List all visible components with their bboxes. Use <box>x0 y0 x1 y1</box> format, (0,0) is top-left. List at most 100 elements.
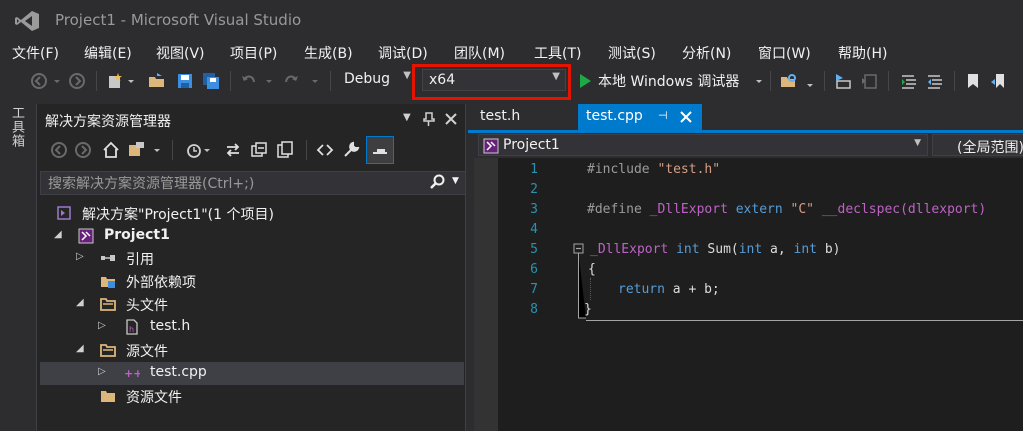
step-into-icon[interactable] <box>834 72 852 90</box>
menu-project[interactable]: 项目(P) <box>230 43 277 63</box>
chevron-down-icon[interactable] <box>152 141 162 159</box>
collapsed-arrow-icon[interactable]: ▷ <box>76 251 84 262</box>
chevron-down-icon[interactable] <box>126 72 136 90</box>
menu-window[interactable]: 窗口(W) <box>758 43 811 63</box>
tree-item-test-cpp[interactable]: ▷ ++ test.cpp <box>40 362 464 385</box>
menu-file[interactable]: 文件(F) <box>12 43 59 63</box>
toolbar-separator <box>330 71 331 91</box>
close-icon[interactable] <box>444 112 458 126</box>
svg-text:++: ++ <box>124 367 140 380</box>
chevron-down-icon[interactable] <box>202 141 212 159</box>
home-icon[interactable] <box>102 141 120 159</box>
menu-tools[interactable]: 工具(T) <box>534 43 581 63</box>
project-scope-value: Project1 <box>503 137 560 153</box>
menu-help[interactable]: 帮助(H) <box>838 43 887 63</box>
pin-icon[interactable] <box>422 111 436 127</box>
tree-item-resource-files[interactable]: 资源文件 <box>40 385 464 408</box>
tree-item-label: 解决方案"Project1"(1 个项目) <box>82 207 274 223</box>
tree-item-project[interactable]: ◢ Project1 <box>40 225 464 248</box>
chevron-down-icon[interactable] <box>52 72 62 90</box>
previous-bookmark-icon[interactable] <box>990 72 1008 90</box>
tab-test-h[interactable]: test.h <box>472 104 572 130</box>
chevron-down-icon[interactable] <box>310 72 320 90</box>
menu-team[interactable]: 团队(M) <box>454 43 505 63</box>
menu-debug[interactable]: 调试(D) <box>378 43 428 63</box>
menu-test[interactable]: 测试(S) <box>608 43 656 63</box>
tree-item-label: test.h <box>150 318 191 334</box>
expanded-arrow-icon[interactable]: ◢ <box>76 343 84 354</box>
show-all-files-icon[interactable] <box>276 141 294 159</box>
panel-menu-chevron-icon[interactable]: ▼ <box>403 112 411 123</box>
tree-item-test-h[interactable]: ▷ h test.h <box>40 316 464 339</box>
tree-item-source-files[interactable]: ◢ 源文件 <box>40 339 464 362</box>
solution-explorer-toolbar <box>40 134 462 166</box>
solution-search-input[interactable]: 搜索解决方案资源管理器(Ctrl+;) <box>48 173 254 193</box>
redo-icon[interactable] <box>282 72 300 90</box>
tree-item-solution[interactable]: 解决方案"Project1"(1 个项目) <box>40 202 464 225</box>
back-icon[interactable] <box>30 72 48 90</box>
undo-icon[interactable] <box>240 72 258 90</box>
uncomment-lines-icon[interactable] <box>926 72 944 90</box>
tree-item-external-deps[interactable]: 外部依赖项 <box>40 270 464 293</box>
open-file-icon[interactable] <box>148 72 166 90</box>
solution-explorer-title: 解决方案资源管理器 <box>45 114 171 130</box>
start-debugging-icon[interactable] <box>576 72 594 90</box>
find-in-files-icon[interactable] <box>780 72 798 90</box>
tab-pin-icon[interactable]: ⊣ <box>658 109 668 122</box>
forward-icon[interactable] <box>68 72 86 90</box>
switch-views-icon[interactable] <box>128 141 146 159</box>
comment-lines-icon[interactable] <box>900 72 918 90</box>
cpp-file-icon: ++ <box>124 367 140 380</box>
toolbar-separator <box>172 140 173 160</box>
new-project-icon[interactable] <box>106 72 124 90</box>
project-scope-dropdown[interactable]: Project1 ▼ <box>478 134 928 156</box>
menu-analyze[interactable]: 分析(N) <box>682 43 731 63</box>
step-over-icon[interactable] <box>860 72 878 90</box>
menu-edit[interactable]: 编辑(E) <box>84 43 132 63</box>
tree-item-label: 引用 <box>126 252 154 268</box>
sync-with-document-icon[interactable] <box>224 141 242 159</box>
code-line-5: _DllExport int Sum(int a, int b) <box>590 242 841 257</box>
expanded-arrow-icon[interactable]: ◢ <box>76 297 84 308</box>
navigation-bar: Project1 ▼ (全局范围) <box>474 134 1023 158</box>
bookmark-icon[interactable] <box>964 72 982 90</box>
chevron-down-icon[interactable] <box>264 72 274 90</box>
search-icon[interactable] <box>430 174 446 190</box>
pending-changes-filter-icon[interactable] <box>184 141 202 159</box>
tree-item-label: 外部依赖项 <box>126 275 196 291</box>
solution-configuration-dropdown[interactable]: Debug ▼ <box>338 69 416 91</box>
line-number: 1 <box>530 162 538 177</box>
chevron-down-icon[interactable] <box>804 72 816 90</box>
menu-view[interactable]: 视图(V) <box>156 43 205 63</box>
toolbar-separator <box>306 140 307 160</box>
folder-icon <box>100 298 116 311</box>
code-editor[interactable] <box>474 158 1023 431</box>
toolbar-separator <box>888 71 889 91</box>
expanded-arrow-icon[interactable]: ◢ <box>54 229 62 240</box>
collapsed-arrow-icon[interactable]: ▷ <box>98 320 106 331</box>
line-number: 8 <box>530 302 538 317</box>
save-icon[interactable] <box>176 72 194 90</box>
global-scope-dropdown[interactable]: (全局范围) <box>932 134 1023 156</box>
solution-configuration-value: Debug <box>344 71 391 87</box>
start-debugging-button[interactable]: 本地 Windows 调试器 <box>598 71 739 91</box>
forward-icon[interactable] <box>74 141 92 159</box>
toolbox-tab[interactable]: 工具箱 <box>9 106 26 148</box>
properties-wrench-icon[interactable] <box>342 141 360 159</box>
menu-build[interactable]: 生成(B) <box>304 43 353 63</box>
tree-item-header-files[interactable]: ◢ 头文件 <box>40 293 464 316</box>
toolbar-separator <box>770 71 771 91</box>
chevron-down-icon: ▼ <box>914 138 921 148</box>
save-all-icon[interactable] <box>202 72 220 90</box>
search-options-chevron-icon[interactable]: ▼ <box>452 176 459 186</box>
back-icon[interactable] <box>50 141 68 159</box>
tree-item-references[interactable]: ▷ 引用 <box>40 247 464 270</box>
preview-selected-items-button[interactable] <box>366 136 394 164</box>
close-icon[interactable] <box>680 111 692 123</box>
view-code-icon[interactable] <box>316 141 334 159</box>
window-title: Project1 - Microsoft Visual Studio <box>55 11 302 29</box>
line-number: 3 <box>530 202 538 217</box>
collapsed-arrow-icon[interactable]: ▷ <box>98 366 106 377</box>
collapse-all-icon[interactable] <box>250 141 268 159</box>
chevron-down-icon[interactable] <box>754 72 764 90</box>
